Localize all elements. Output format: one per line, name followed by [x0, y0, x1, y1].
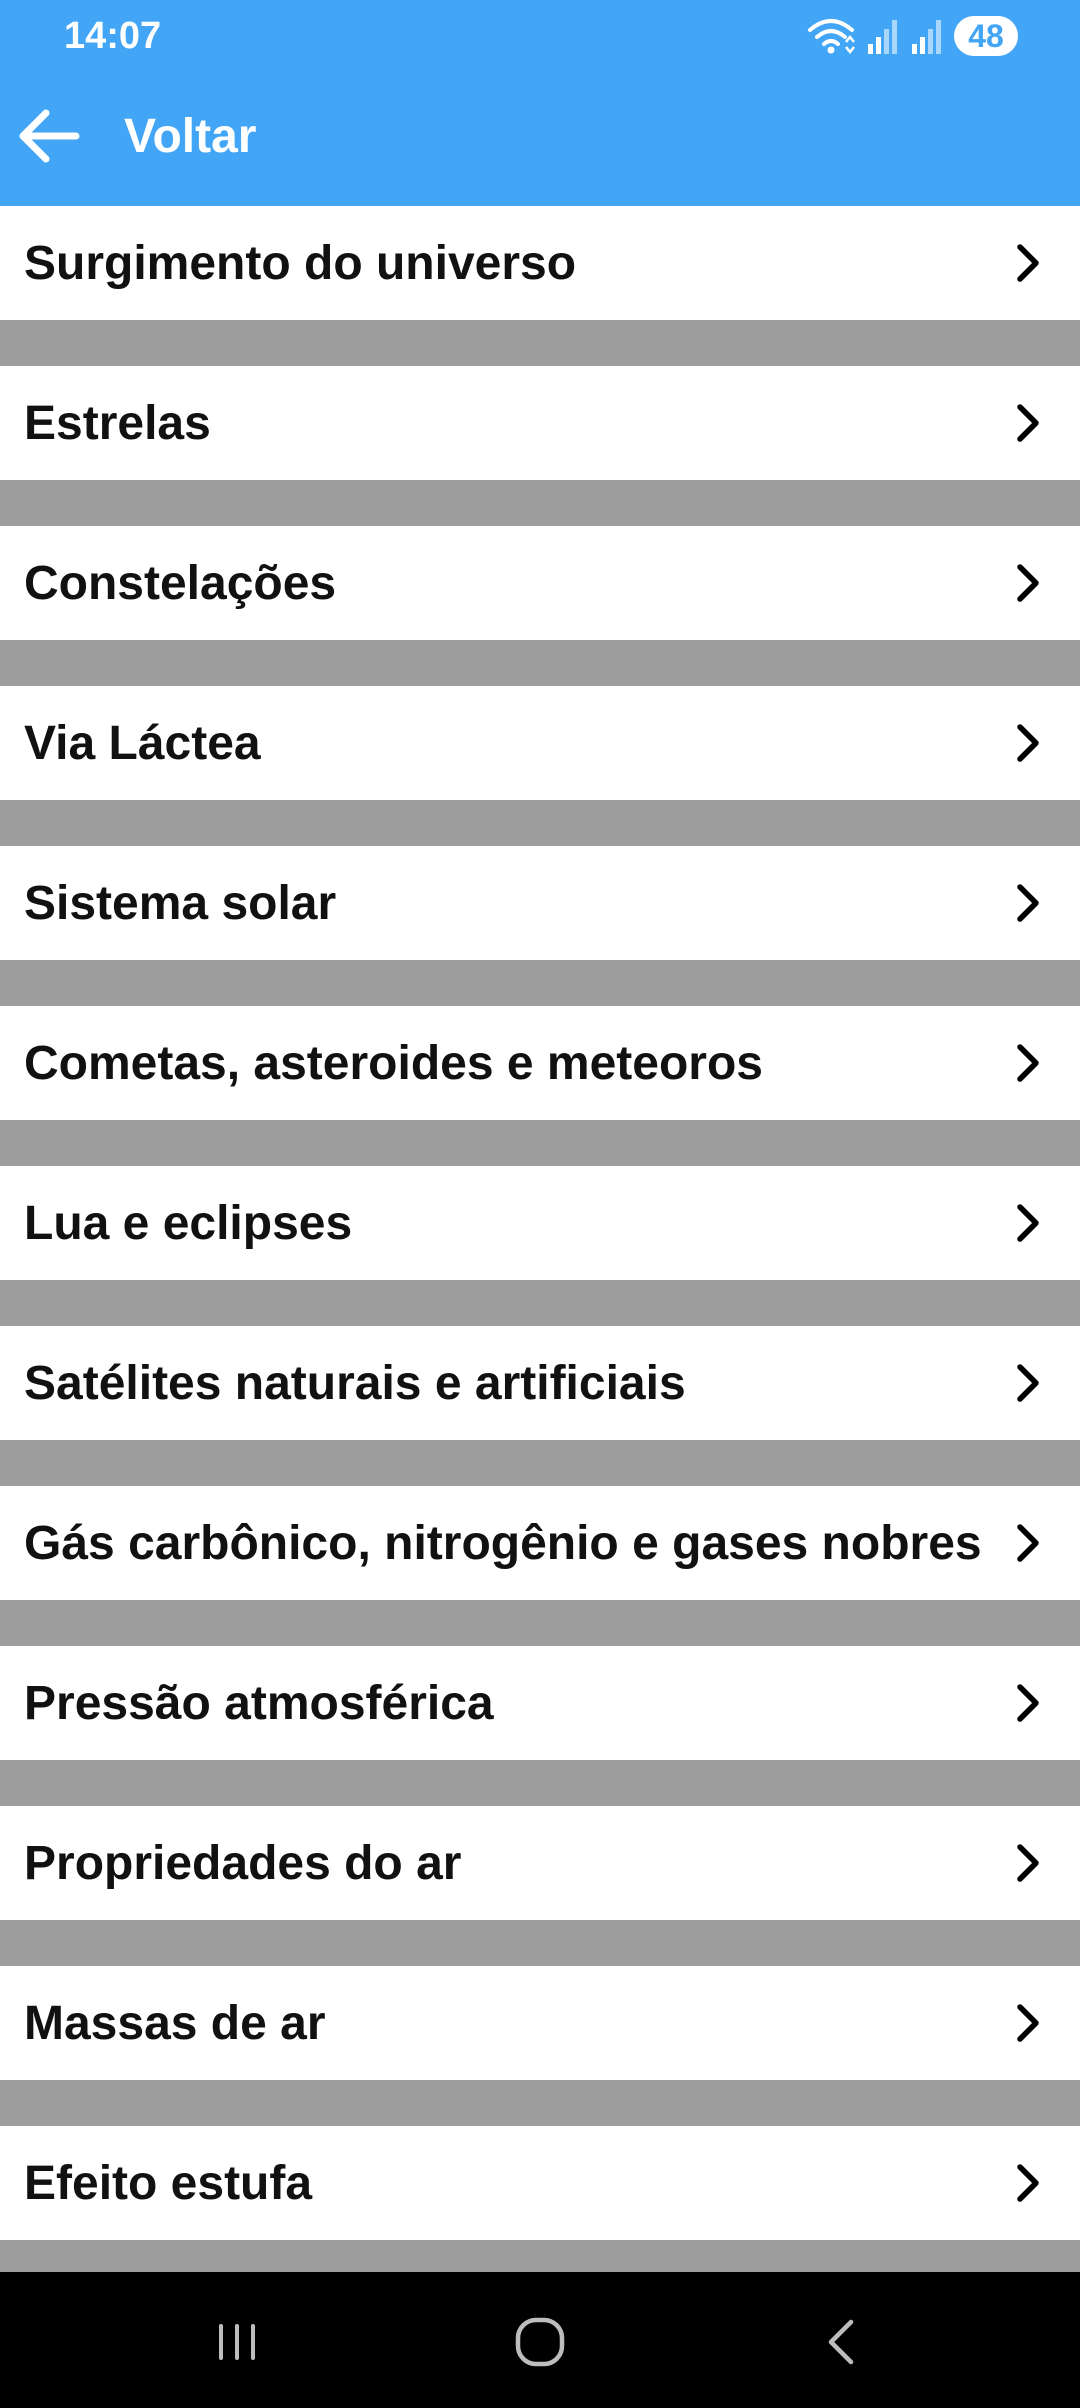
chevron-right-icon — [1017, 1044, 1039, 1082]
list-item[interactable]: Estrelas — [0, 366, 1080, 480]
wifi-icon — [808, 19, 855, 55]
chevron-right-icon — [1017, 244, 1039, 282]
list-item[interactable]: Cometas, asteroides e meteoros — [0, 1006, 1080, 1120]
status-time: 14:07 — [64, 15, 162, 57]
list-item-label: Efeito estufa — [24, 2156, 313, 2210]
chevron-right-icon — [1017, 1364, 1039, 1402]
list-item[interactable]: Propriedades do ar — [0, 1806, 1080, 1920]
list-item-label: Satélites naturais e artificiais — [24, 1356, 686, 1410]
home-icon — [515, 2317, 565, 2367]
list-item-label: Gás carbônico, nitrogênio e gases nobres — [24, 1516, 982, 1570]
home-button[interactable] — [500, 2302, 580, 2382]
list-item-label: Via Láctea — [24, 716, 261, 770]
battery-icon: 48 — [954, 16, 1018, 56]
chevron-right-icon — [1017, 1684, 1039, 1722]
list-item[interactable]: Via Láctea — [0, 686, 1080, 800]
list-item-label: Sistema solar — [24, 876, 337, 930]
chevron-right-icon — [1017, 1204, 1039, 1242]
status-icons: 48 — [806, 14, 1018, 58]
list-item-label: Pressão atmosférica — [24, 1676, 494, 1730]
chevron-right-icon — [1017, 724, 1039, 762]
back-icon — [828, 2319, 854, 2365]
list-item[interactable]: Sistema solar — [0, 846, 1080, 960]
list-item-label: Massas de ar — [24, 1996, 326, 2050]
chevron-right-icon — [1017, 884, 1039, 922]
back-button[interactable]: Voltar — [0, 86, 276, 186]
chevron-right-icon — [1017, 2164, 1039, 2202]
list-item[interactable]: Efeito estufa — [0, 2126, 1080, 2240]
list-item-label: Surgimento do universo — [24, 236, 577, 290]
list-item[interactable]: Satélites naturais e artificiais — [0, 1326, 1080, 1440]
chevron-right-icon — [1017, 404, 1039, 442]
chevron-right-icon — [1017, 1844, 1039, 1882]
list-item-label: Constelações — [24, 556, 337, 610]
list-item[interactable]: Gás carbônico, nitrogênio e gases nobres — [0, 1486, 1080, 1600]
chevron-right-icon — [1017, 2004, 1039, 2042]
list-item[interactable]: Lua e eclipses — [0, 1166, 1080, 1280]
back-label: Voltar — [124, 109, 257, 163]
recent-apps-button[interactable] — [197, 2302, 277, 2382]
system-nav-bar — [0, 2272, 1080, 2408]
list-item-label: Cometas, asteroides e meteoros — [24, 1036, 763, 1090]
app-bar: 14:07 48 Voltar — [0, 0, 1080, 206]
topic-list: Surgimento do universo Estrelas Constela… — [0, 206, 1080, 2286]
chevron-right-icon — [1017, 564, 1039, 602]
chevron-right-icon — [1017, 1524, 1039, 1562]
list-item[interactable]: Constelações — [0, 526, 1080, 640]
list-item[interactable]: Surgimento do universo — [0, 206, 1080, 320]
signal-icon — [868, 20, 897, 54]
nav-back-button[interactable] — [803, 2302, 883, 2382]
list-item[interactable]: Pressão atmosférica — [0, 1646, 1080, 1760]
list-item[interactable]: Massas de ar — [0, 1966, 1080, 2080]
list-item-label: Estrelas — [24, 396, 211, 450]
arrow-back-icon — [19, 109, 80, 163]
recent-apps-icon — [219, 2324, 255, 2360]
list-item-label: Lua e eclipses — [24, 1196, 353, 1250]
list-item-label: Propriedades do ar — [24, 1836, 462, 1890]
signal-icon — [912, 20, 941, 54]
